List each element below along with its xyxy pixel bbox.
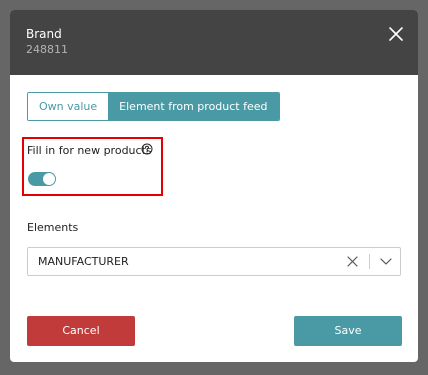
- select-divider: [369, 254, 370, 269]
- dialog-subtitle: 248811: [26, 43, 68, 56]
- source-toggle: Own value Element from product feed: [27, 92, 280, 121]
- save-button[interactable]: Save: [294, 316, 402, 346]
- dialog-header: Brand 248811: [10, 10, 418, 75]
- brand-dialog: Brand 248811 Own value Element from prod…: [10, 10, 418, 362]
- close-icon[interactable]: [347, 256, 358, 267]
- dialog-title: Brand: [26, 27, 62, 41]
- product-feed-tab[interactable]: Element from product feed: [108, 93, 279, 120]
- chevron-down-icon[interactable]: [380, 257, 392, 266]
- elements-select[interactable]: MANUFACTURER: [27, 247, 401, 276]
- fill-new-products-toggle[interactable]: [28, 172, 56, 186]
- elements-selected-value: MANUFACTURER: [38, 255, 129, 268]
- fill-new-products-label: Fill in for new products: [27, 144, 152, 157]
- close-button[interactable]: [388, 26, 404, 42]
- toggle-knob: [43, 173, 55, 185]
- close-icon: [389, 27, 403, 41]
- question-circle-icon[interactable]: [141, 143, 153, 155]
- own-value-tab[interactable]: Own value: [28, 93, 109, 120]
- cancel-button[interactable]: Cancel: [27, 316, 135, 346]
- elements-label: Elements: [27, 221, 79, 234]
